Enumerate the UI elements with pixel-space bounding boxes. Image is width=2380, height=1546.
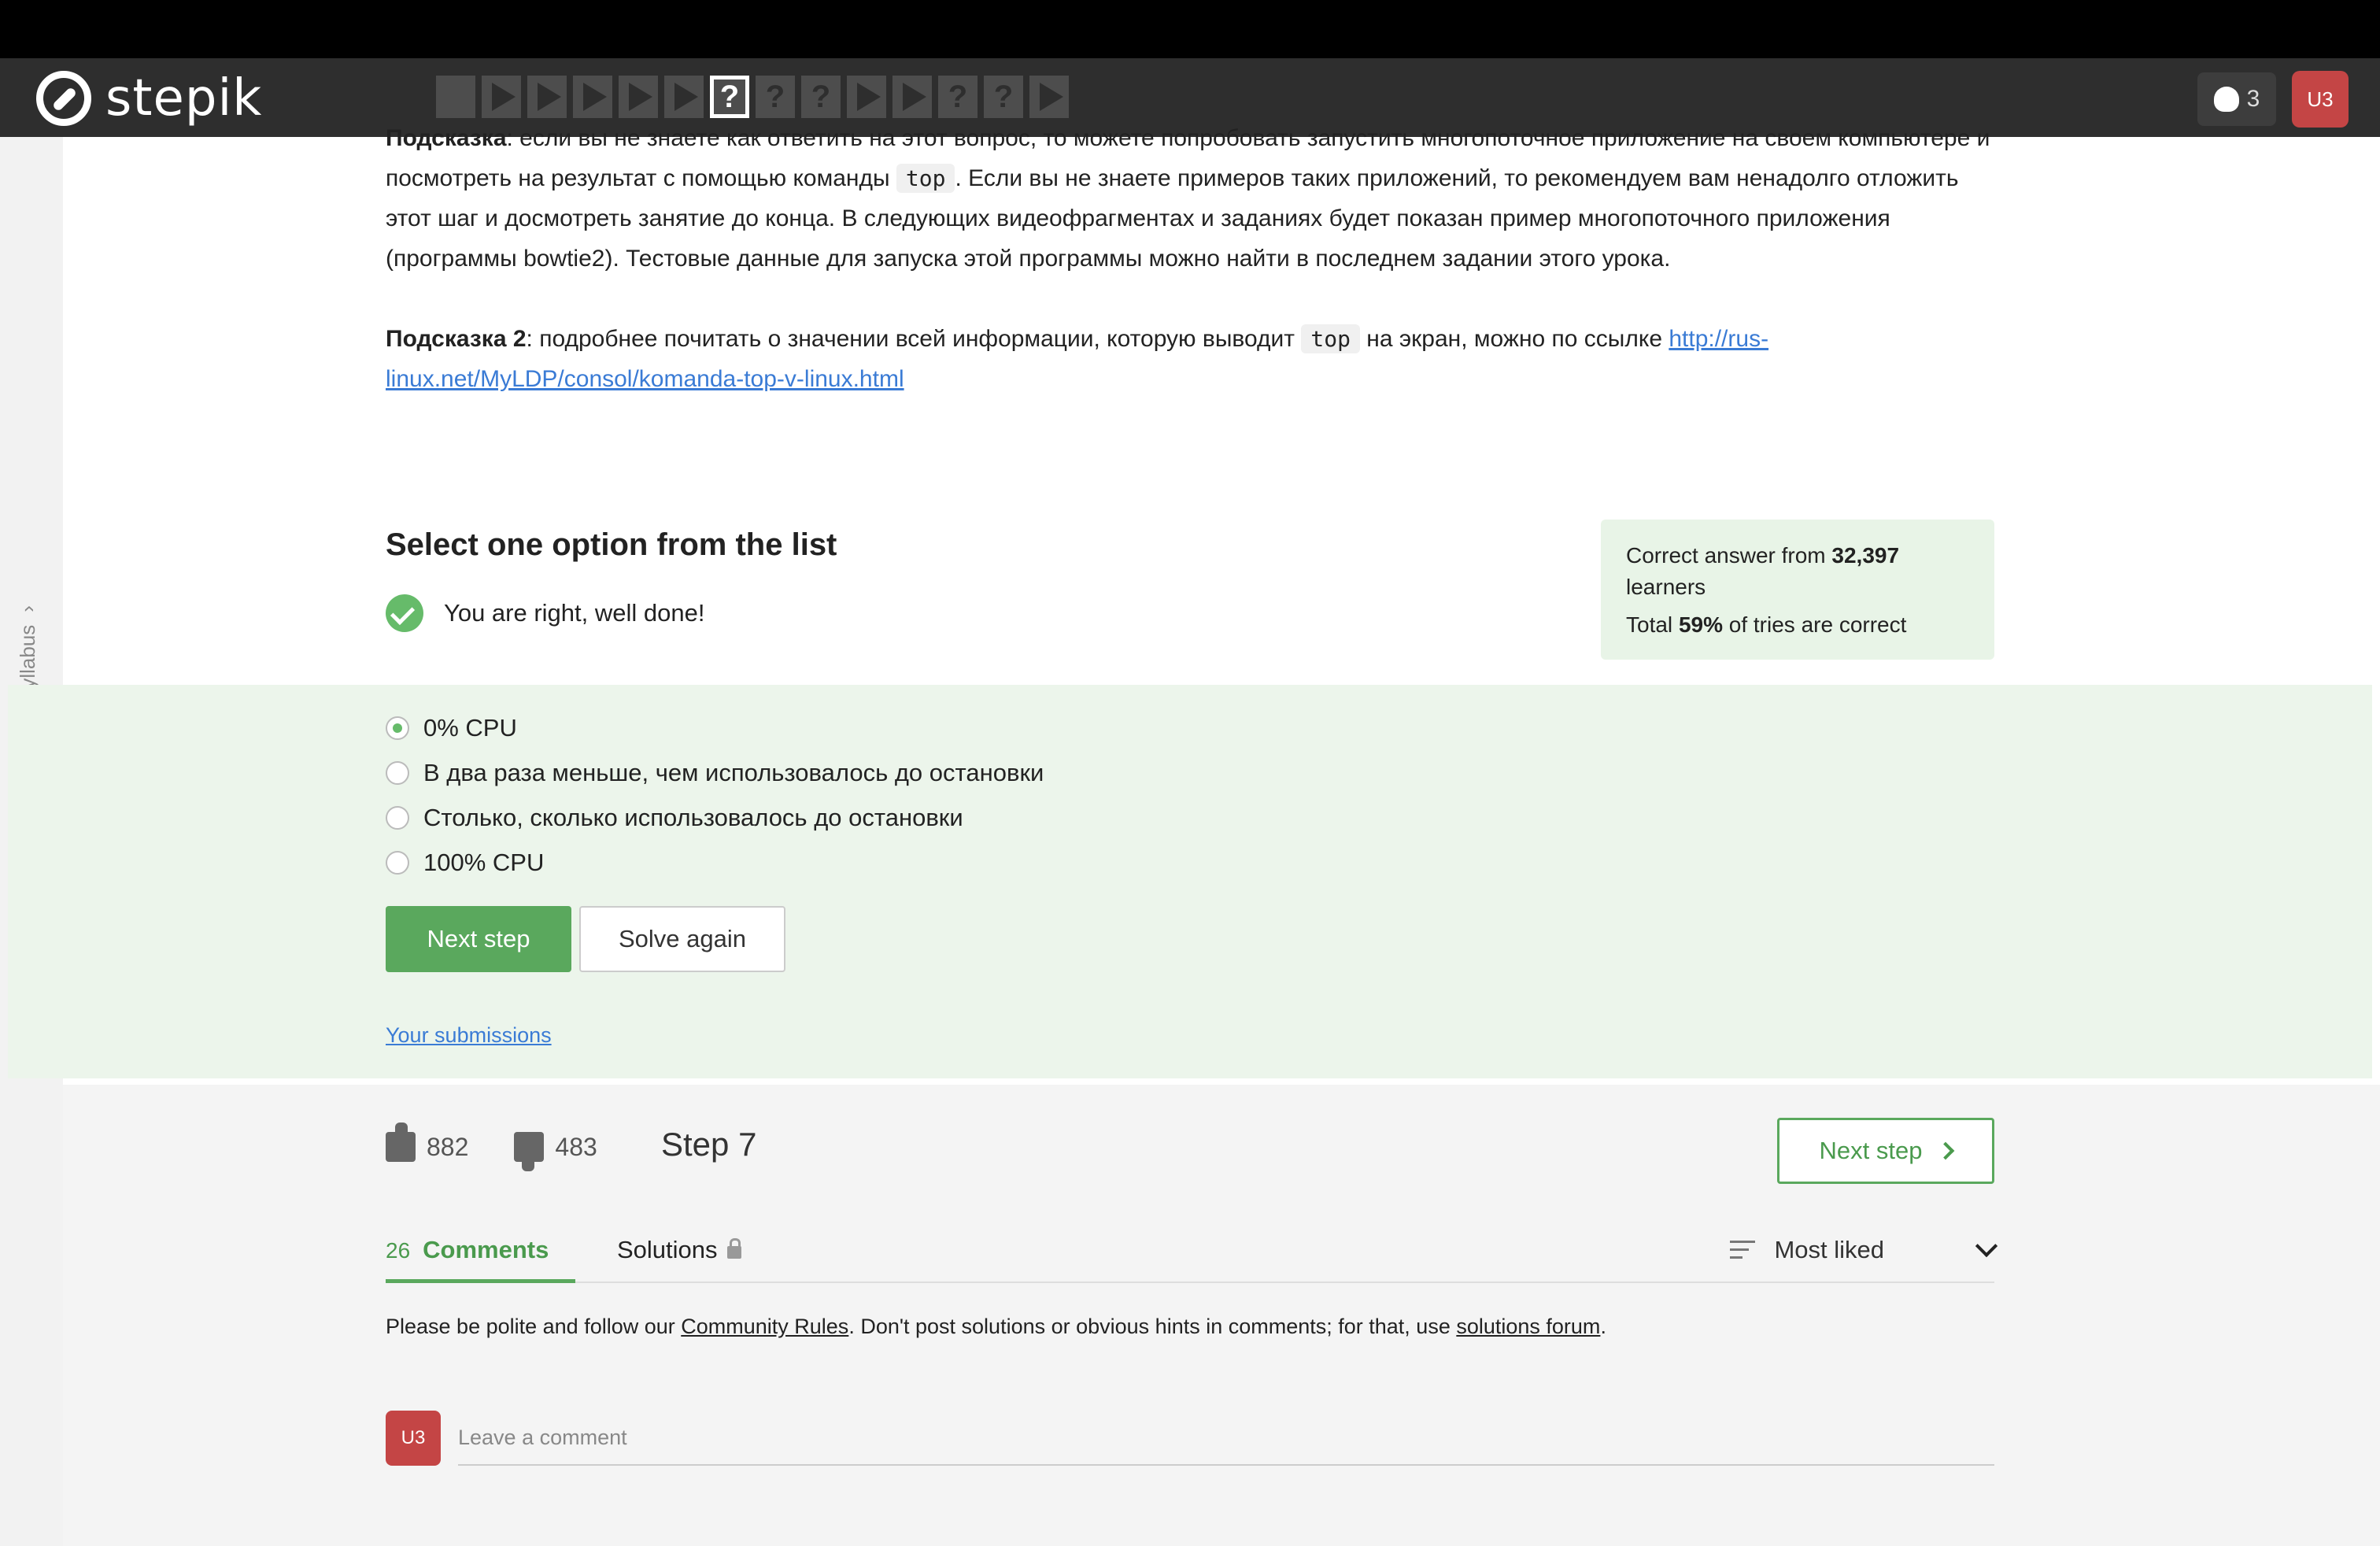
solve-again-button[interactable]: Solve again	[579, 906, 785, 972]
community-rules-link[interactable]: Community Rules	[681, 1315, 848, 1338]
step-8-quiz[interactable]: ?	[756, 76, 795, 118]
achievements-button[interactable]: 3	[2197, 72, 2276, 126]
feedback-text: You are right, well done!	[444, 599, 705, 627]
check-circle-icon	[386, 594, 423, 632]
logo-text: stepik	[105, 69, 263, 128]
step-7-quiz[interactable]: ?	[710, 76, 749, 118]
step-11-video[interactable]	[893, 76, 932, 118]
radio-button[interactable]	[386, 716, 409, 740]
code-top: top	[896, 164, 955, 193]
new-comment: U3 Leave a comment	[386, 1411, 1994, 1466]
hint2-text: : подробнее почитать о значении всей инф…	[526, 326, 1302, 352]
step-12-quiz[interactable]: ?	[938, 76, 978, 118]
step-9-quiz[interactable]: ?	[801, 76, 841, 118]
quiz-icon: ?	[719, 79, 740, 114]
stats-percent-line: Total 59% of tries are correct	[1626, 612, 1907, 637]
answer-area	[8, 685, 2372, 1078]
window-top-bar	[0, 0, 2380, 58]
lesson-steps-nav: ?????	[436, 76, 1069, 118]
radio-button[interactable]	[386, 805, 409, 830]
step-14-video[interactable]	[1029, 76, 1069, 118]
tab-comments[interactable]: 26 Comments	[386, 1236, 576, 1283]
reactions: 882 483	[386, 1123, 597, 1171]
step-3-video[interactable]	[527, 76, 567, 118]
hint-label: Подсказка	[386, 125, 507, 151]
solutions-tab-label: Solutions	[617, 1236, 718, 1263]
step-text: Подсказка: если вы не знаете как ответит…	[386, 118, 1994, 399]
comments-count: 26	[386, 1238, 411, 1263]
code-top: top	[1301, 324, 1360, 353]
answer-options: 0% CPU В два раза меньше, чем использовал…	[386, 705, 1044, 885]
answer-option-label: В два раза меньше, чем использовалось до…	[423, 758, 1044, 786]
community-rules-notice: Please be polite and follow our Communit…	[386, 1315, 1606, 1338]
thumbs-up-icon[interactable]	[386, 1123, 416, 1162]
comment-input[interactable]: Leave a comment	[458, 1411, 1994, 1466]
sort-icon	[1730, 1241, 1756, 1259]
hint2-label: Подсказка 2	[386, 326, 527, 352]
step-6-video[interactable]	[664, 76, 704, 118]
step-number: Step 7	[661, 1126, 757, 1163]
chevron-right-icon: ›	[16, 605, 39, 612]
stepik-logo[interactable]: stepik	[36, 69, 262, 128]
quiz-icon: ?	[765, 79, 785, 114]
step-13-quiz[interactable]: ?	[984, 76, 1023, 118]
answer-option[interactable]: Столько, сколько использовалось до остан…	[386, 795, 1044, 840]
answer-option-label: 100% CPU	[423, 848, 545, 876]
syllabus-toggle[interactable]: Syllabus ›	[16, 576, 40, 702]
footer-next-step-label: Next step	[1819, 1137, 1923, 1164]
sort-dropdown[interactable]: Most liked	[1730, 1234, 1998, 1264]
hint-paragraph-1: Подсказка: если вы не знаете как ответит…	[386, 118, 1994, 279]
step-10-video[interactable]	[847, 76, 886, 118]
quiz-icon: ?	[993, 79, 1014, 114]
chevron-down-icon	[1975, 1234, 1998, 1258]
answer-option-label: Столько, сколько использовалось до остан…	[423, 803, 963, 831]
step-1-text[interactable]	[436, 76, 475, 118]
thumbs-down-icon[interactable]	[514, 1132, 545, 1171]
discussion-tabs: 26 Comments Solutions Most liked	[386, 1228, 1998, 1283]
quiz-stats-box: Correct answer from 32,397 learners Tota…	[1601, 520, 1994, 660]
answer-option[interactable]: В два раза меньше, чем использовалось до…	[386, 750, 1044, 795]
tab-solutions[interactable]: Solutions	[617, 1236, 741, 1264]
likes-count: 882	[427, 1132, 469, 1161]
chevron-right-icon	[1937, 1141, 1955, 1160]
step-2-video[interactable]	[482, 76, 521, 118]
footer-next-step-button[interactable]: Next step	[1777, 1118, 1994, 1184]
answer-option-label: 0% CPU	[423, 713, 517, 742]
lock-icon	[726, 1238, 741, 1259]
dislikes-count: 483	[555, 1132, 597, 1161]
next-step-button[interactable]: Next step	[386, 906, 571, 972]
user-avatar[interactable]: U3	[2292, 71, 2349, 128]
quiz-icon: ?	[948, 79, 968, 114]
solutions-forum-link[interactable]: solutions forum	[1456, 1315, 1600, 1338]
stats-learners-line: Correct answer from 32,397 learners	[1626, 543, 1900, 599]
feedback-row: You are right, well done!	[386, 594, 704, 632]
user-avatar-small: U3	[386, 1411, 441, 1466]
hint-paragraph-2: Подсказка 2: подробнее почитать о значен…	[386, 319, 1994, 399]
your-submissions-link[interactable]: Your submissions	[386, 1023, 552, 1048]
comments-tab-label: Comments	[423, 1236, 549, 1263]
quiz-title: Select one option from the list	[386, 527, 837, 562]
sort-label: Most liked	[1774, 1236, 1884, 1263]
step-4-video[interactable]	[573, 76, 612, 118]
quiz-icon: ?	[811, 79, 831, 114]
radio-button[interactable]	[386, 850, 409, 875]
stepik-logo-icon	[36, 71, 91, 126]
answer-option[interactable]: 0% CPU	[386, 705, 1044, 750]
hint2-text: на экран, можно по ссылке	[1359, 326, 1669, 352]
trophy-count: 3	[2246, 86, 2260, 112]
step-5-video[interactable]	[619, 76, 658, 118]
radio-button[interactable]	[386, 760, 409, 785]
answer-option[interactable]: 100% CPU	[386, 840, 1044, 885]
trophy-icon	[2213, 87, 2239, 112]
